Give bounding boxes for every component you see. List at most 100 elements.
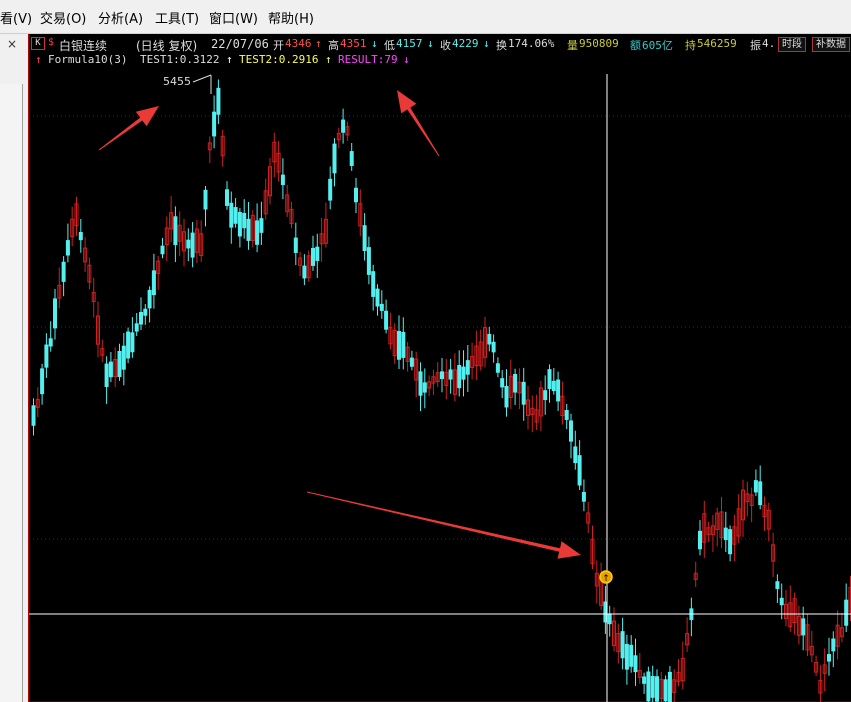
candle-body	[564, 409, 569, 420]
candle-body	[354, 187, 358, 203]
test1-value: TEST1:0.3122	[140, 53, 220, 66]
candle-body	[521, 381, 526, 405]
candle-body	[655, 676, 659, 702]
menu-window[interactable]: 窗口(W)	[209, 8, 258, 27]
candle-body	[259, 218, 264, 233]
fill-data-button[interactable]: 补数据	[812, 37, 850, 52]
candle-body	[633, 655, 638, 673]
candle-body	[255, 220, 260, 245]
candle-body	[620, 631, 625, 659]
candle-body	[108, 361, 113, 378]
low-value: 4157	[396, 37, 423, 50]
hold-label: 持	[685, 39, 696, 52]
amplitude-label: 振	[750, 39, 761, 52]
period-button[interactable]: 时段	[778, 37, 806, 52]
down-arrow-icon: ↓	[371, 37, 378, 50]
candle-body	[642, 676, 647, 684]
candle-body	[302, 265, 307, 279]
candle-body	[379, 303, 384, 311]
candle-body	[551, 380, 556, 392]
volume-label: 量	[567, 39, 578, 52]
candle-body	[242, 212, 247, 229]
close-icon[interactable]: ×	[7, 37, 17, 51]
candle-body	[779, 597, 784, 606]
down-arrow-icon: ↓	[427, 37, 434, 50]
candle-body	[78, 232, 83, 241]
peak-price-label: 5455	[163, 75, 191, 88]
kline-chart[interactable]: ↑ K $ 白银连续 (日线 复权) 22/07/06 开 4346 ↑ 高 4…	[28, 34, 851, 702]
candle-body	[61, 261, 66, 282]
candle-body	[569, 420, 573, 442]
candle-body	[397, 330, 401, 360]
peak-leader-line	[192, 74, 212, 83]
candle-body	[40, 368, 45, 395]
open-value: 4346	[285, 37, 312, 50]
candle-body	[573, 446, 578, 464]
candle-body	[65, 240, 70, 256]
candle-body	[577, 455, 582, 486]
left-panel: ×	[0, 34, 28, 702]
candle-body	[491, 341, 496, 353]
candle-body	[48, 338, 53, 347]
candle-body	[418, 371, 423, 396]
candle-body	[160, 245, 165, 255]
candle-body	[422, 382, 427, 393]
candle-body	[827, 654, 831, 662]
candle-body	[117, 350, 122, 377]
candle-body	[246, 218, 251, 241]
candle-body	[547, 369, 552, 390]
menu-help[interactable]: 帮助(H)	[268, 8, 314, 27]
candle-body	[190, 232, 195, 258]
candle-body	[130, 332, 135, 353]
indicator-name: Formula10(3)	[48, 53, 128, 66]
candle-body	[775, 581, 780, 589]
candle-body	[495, 363, 500, 373]
candle-body	[31, 405, 36, 426]
candle-body	[216, 87, 221, 115]
annotation-arrow-peak-left	[98, 106, 159, 151]
candle-body	[723, 527, 728, 541]
candle-body	[629, 644, 634, 667]
period-label: (日线 复权)	[136, 39, 198, 53]
candle-body	[448, 369, 453, 380]
candle-body	[461, 366, 466, 380]
candle-body	[280, 174, 285, 186]
candle-body	[844, 599, 849, 626]
candle-body	[728, 529, 733, 555]
high-value: 4351	[340, 37, 367, 50]
dollar-icon: $	[48, 37, 55, 48]
up-arrow-icon: ↑	[325, 53, 332, 66]
candle-body	[487, 333, 492, 345]
menu-tools[interactable]: 工具(T)	[155, 8, 199, 27]
down-arrow-icon: ↓	[403, 53, 410, 66]
candle-body	[401, 331, 406, 358]
menu-analysis[interactable]: 分析(A)	[98, 8, 143, 27]
candle-body	[147, 289, 152, 309]
candle-body	[328, 178, 333, 201]
candle-body	[465, 360, 470, 375]
candle-body	[624, 643, 629, 670]
close-label: 收	[440, 39, 451, 52]
candle-body	[646, 671, 651, 702]
marker-glyph: ↑	[602, 574, 610, 584]
candle-body	[607, 613, 612, 625]
menu-view[interactable]: 看(V)	[0, 8, 32, 27]
candle-body	[581, 491, 586, 502]
stock-name: 白银连续	[59, 39, 108, 53]
down-arrow-icon: ↓	[483, 37, 490, 50]
candle-body	[440, 371, 444, 380]
candle-body	[315, 246, 320, 261]
kline-icon[interactable]: K	[31, 37, 45, 50]
candle-body	[229, 202, 234, 228]
annotation-arrow-peak-right	[397, 90, 440, 157]
candle-body	[212, 111, 217, 137]
annotation-arrow-signal	[306, 491, 581, 559]
menu-trade[interactable]: 交易(O)	[40, 8, 86, 27]
candle-body	[698, 530, 702, 550]
candle-body	[667, 671, 672, 702]
up-arrow-icon: ↑	[226, 53, 233, 66]
left-panel-edge	[0, 84, 23, 702]
candle-body	[362, 225, 367, 251]
up-arrow-icon: ↑	[315, 37, 322, 50]
result-value: RESULT:79	[338, 53, 398, 66]
